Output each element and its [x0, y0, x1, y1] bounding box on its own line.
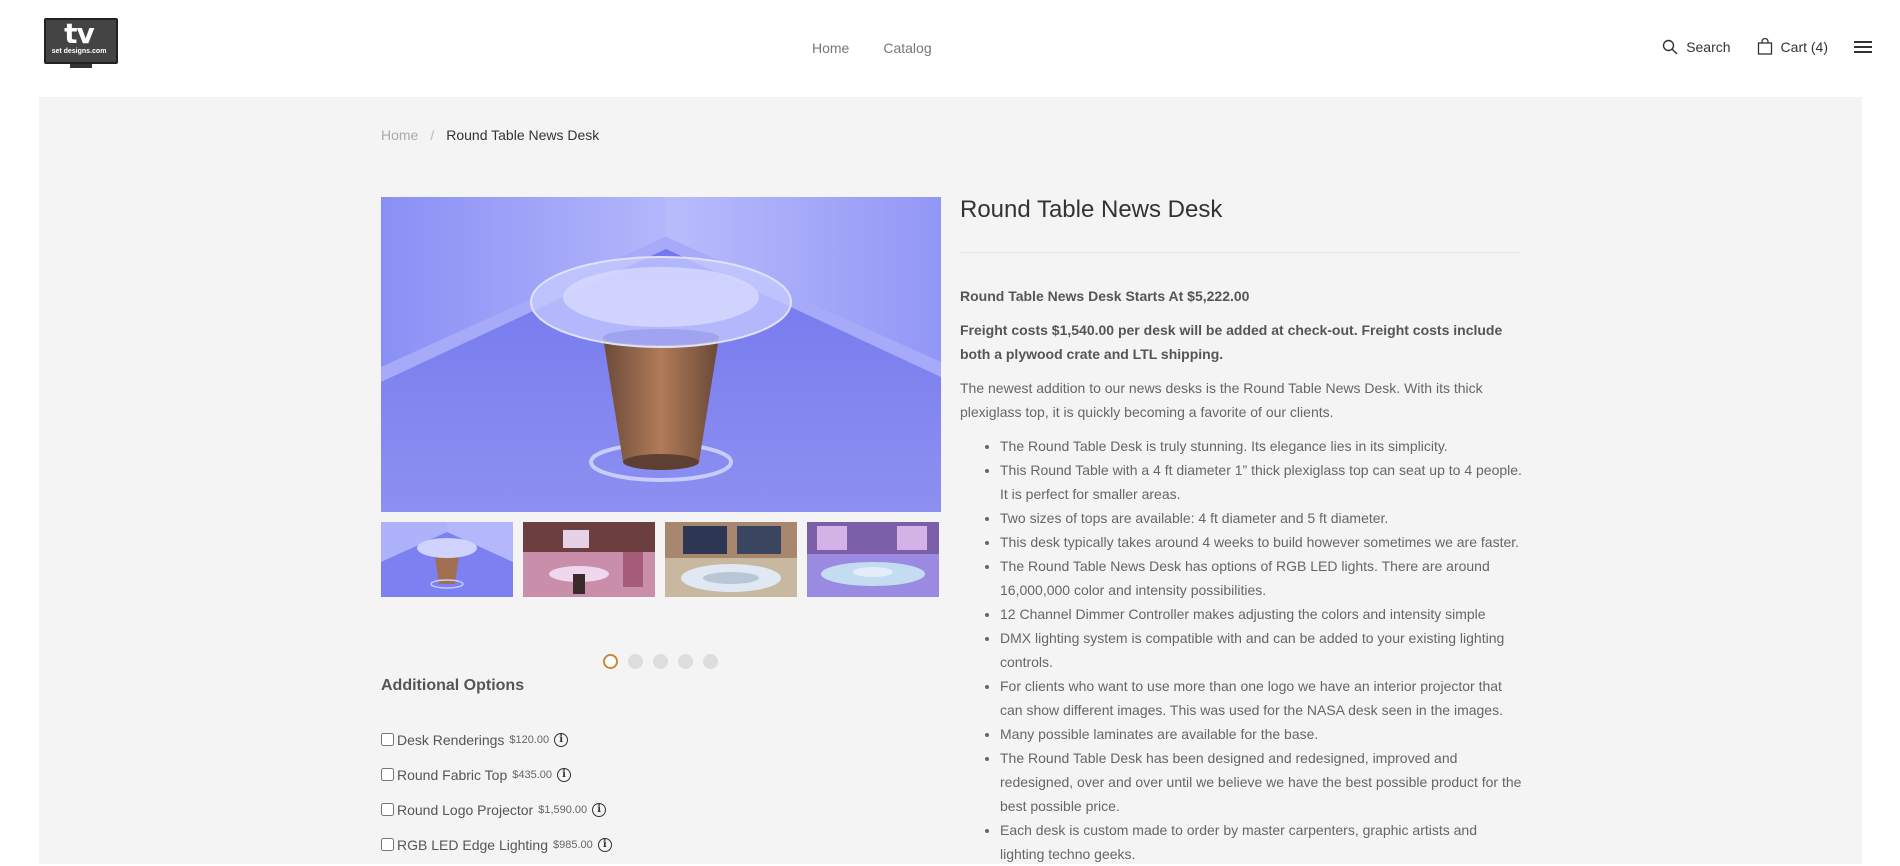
feature-item: This desk typically takes around 4 weeks… [1000, 530, 1525, 554]
option-checkbox[interactable] [381, 803, 394, 816]
title-divider [960, 252, 1520, 253]
gallery-dot-4[interactable] [678, 654, 693, 669]
cart-button[interactable]: Cart (4) [1757, 38, 1828, 55]
option-desk-renderings[interactable]: Desk Renderings $120.00 i [381, 722, 612, 757]
thumbnail-image [807, 522, 939, 597]
option-rgb-led-edge-lighting[interactable]: RGB LED Edge Lighting $985.00 i [381, 827, 612, 862]
option-price: $985.00 [552, 838, 593, 851]
feature-item: DMX lighting system is compatible with a… [1000, 626, 1525, 674]
option-checkbox[interactable] [381, 838, 394, 851]
option-price: $120.00 [509, 733, 550, 746]
header-actions: Search Cart (4) [1662, 38, 1880, 55]
cart-label: Cart (4) [1780, 38, 1828, 55]
main-nav: Home Catalog [812, 40, 932, 56]
option-label: Round Logo Projector [397, 801, 534, 818]
additional-options-list: Desk Renderings $120.00 i Round Fabric T… [381, 722, 612, 862]
search-icon [1662, 39, 1678, 54]
option-label: Desk Renderings [397, 731, 505, 748]
gallery-dot-1[interactable] [603, 654, 618, 669]
feature-item: The Round Table Desk has been designed a… [1000, 746, 1525, 818]
option-checkbox[interactable] [381, 733, 394, 746]
feature-item: This Round Table with a 4 ft diameter 1”… [1000, 458, 1525, 506]
info-icon[interactable]: i [554, 732, 569, 747]
option-label: Round Fabric Top [397, 766, 508, 783]
site-logo[interactable]: tv set designs.com [44, 18, 118, 68]
option-price: $1,590.00 [538, 803, 588, 816]
feature-item: Many possible laminates are available fo… [1000, 722, 1525, 746]
info-icon[interactable]: i [592, 802, 607, 817]
thumbnail-4[interactable] [807, 522, 939, 597]
thumbnail-3[interactable] [665, 522, 797, 597]
thumbnail-1[interactable] [381, 522, 513, 597]
thumbnail-2[interactable] [523, 522, 655, 597]
thumbnail-strip [381, 522, 941, 597]
search-label: Search [1686, 38, 1731, 55]
option-label: RGB LED Edge Lighting [397, 836, 548, 853]
feature-list: The Round Table Desk is truly stunning. … [960, 434, 1525, 866]
info-icon[interactable]: i [597, 837, 612, 852]
product-title: Round Table News Desk [960, 196, 1223, 223]
feature-item: For clients who want to use more than on… [1000, 674, 1525, 722]
shopping-bag-icon [1757, 38, 1772, 55]
feature-item: The Round Table News Desk has options of… [1000, 554, 1525, 602]
option-round-logo-projector[interactable]: Round Logo Projector $1,590.00 i [381, 792, 612, 827]
gallery-dot-5[interactable] [703, 654, 718, 669]
hamburger-menu-icon [1854, 40, 1872, 53]
gallery-dot-3[interactable] [653, 654, 668, 669]
thumbnail-image [381, 522, 513, 597]
feature-item: Two sizes of tops are available: 4 ft di… [1000, 506, 1525, 530]
gallery-pagination [603, 654, 718, 669]
menu-button[interactable] [1854, 40, 1880, 54]
option-round-fabric-top[interactable]: Round Fabric Top $435.00 i [381, 757, 612, 792]
content-panel [39, 97, 1862, 864]
search-button[interactable]: Search [1662, 38, 1731, 55]
freight-line: Freight costs $1,540.00 per desk will be… [960, 322, 1503, 362]
option-price: $435.00 [512, 768, 553, 781]
intro-paragraph: The newest addition to our news desks is… [960, 380, 1483, 420]
breadcrumb-separator: / [430, 127, 435, 143]
feature-item: The Round Table Desk is truly stunning. … [1000, 434, 1525, 458]
breadcrumb: Home / Round Table News Desk [381, 127, 599, 143]
feature-item: 12 Channel Dimmer Controller makes adjus… [1000, 602, 1525, 626]
product-main-image[interactable] [381, 197, 941, 512]
breadcrumb-current: Round Table News Desk [446, 127, 600, 143]
site-header: tv set designs.com Home Catalog Search C… [0, 0, 1900, 97]
nav-catalog[interactable]: Catalog [883, 40, 931, 56]
price-line: Round Table News Desk Starts At $5,222.0… [960, 288, 1250, 304]
option-checkbox[interactable] [381, 768, 394, 781]
gallery-dot-2[interactable] [628, 654, 643, 669]
logo-stand [70, 64, 92, 68]
breadcrumb-home[interactable]: Home [381, 127, 418, 143]
feature-item: Each desk is custom made to order by mas… [1000, 818, 1525, 866]
round-table-desk-image [381, 197, 941, 512]
info-icon[interactable]: i [557, 767, 572, 782]
nav-home[interactable]: Home [812, 40, 849, 56]
additional-options-title: Additional Options [381, 677, 525, 694]
thumbnail-image [665, 522, 797, 597]
logo-subtext: set designs.com [51, 48, 107, 55]
logo-text: tv [64, 17, 95, 50]
thumbnail-image [523, 522, 655, 597]
product-description: Round Table News Desk Starts At $5,222.0… [960, 284, 1525, 866]
